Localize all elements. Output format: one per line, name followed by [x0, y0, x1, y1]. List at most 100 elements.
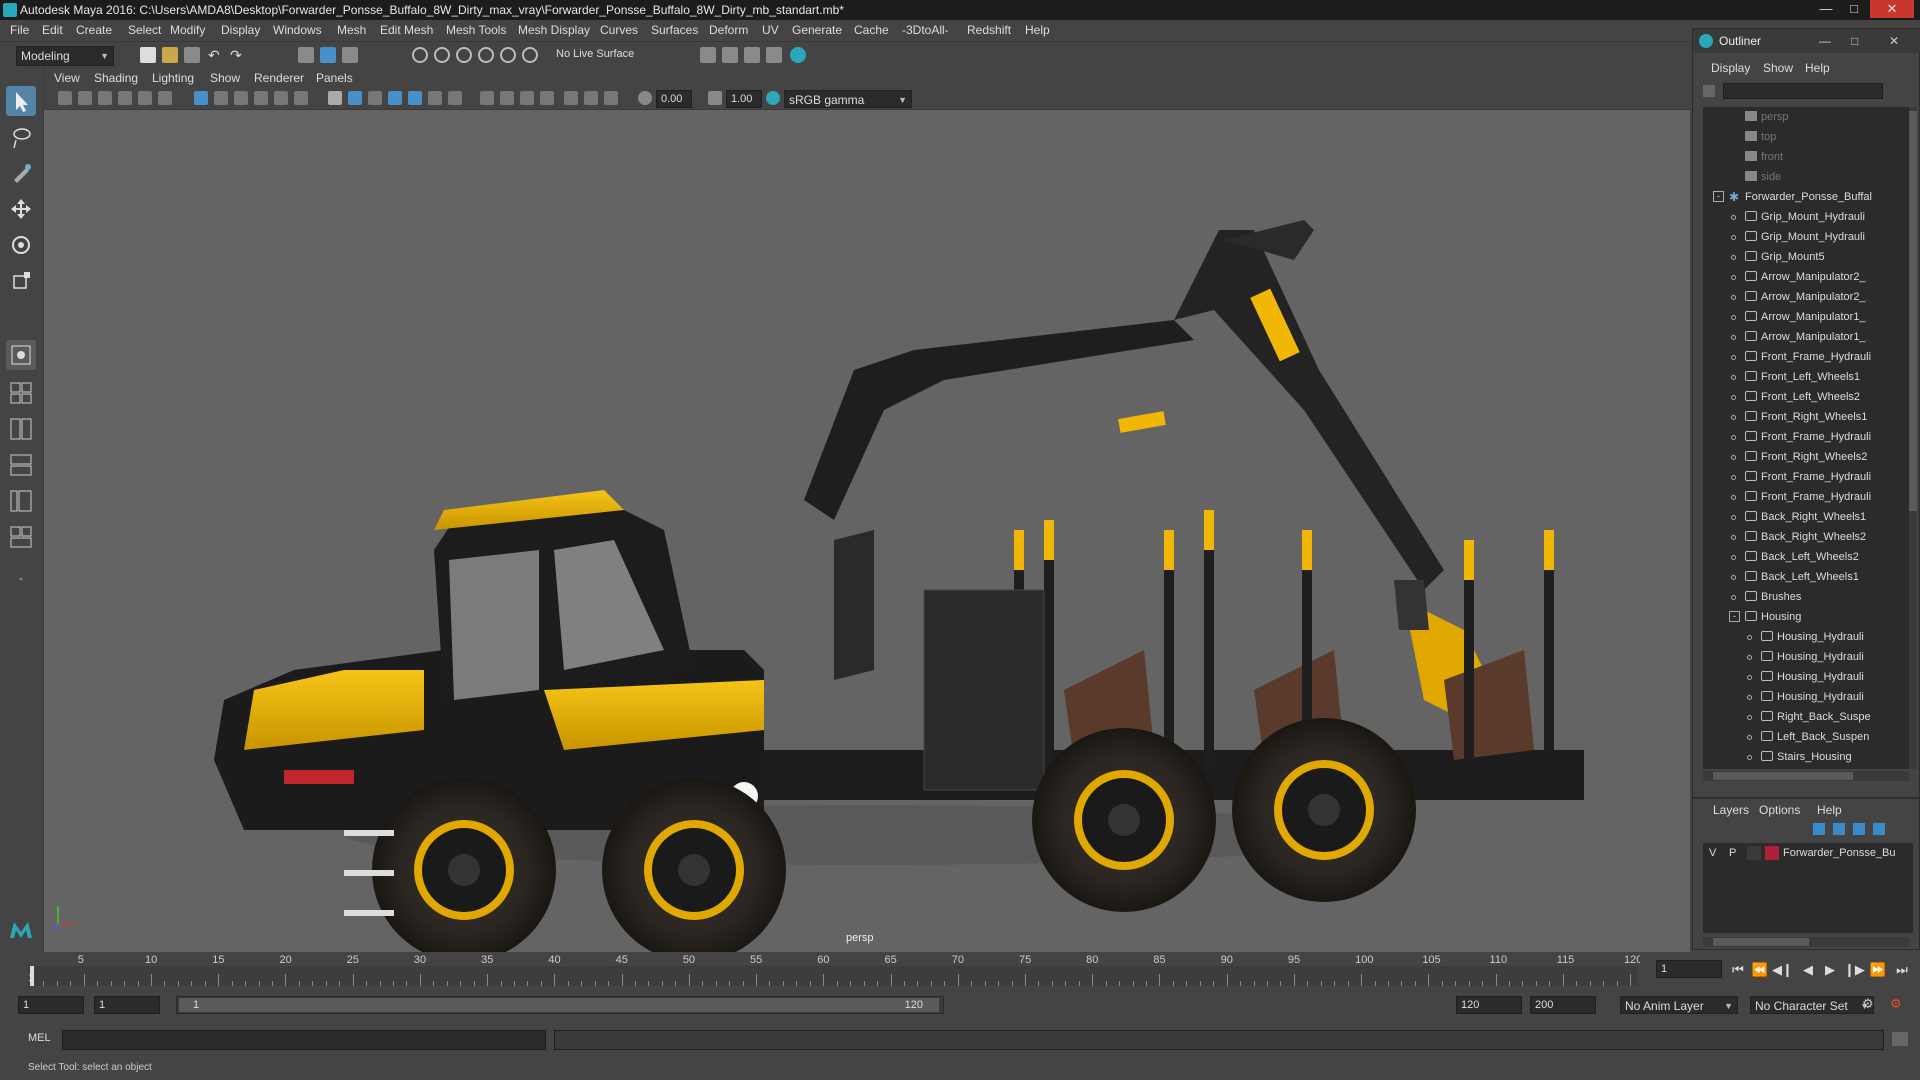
menu-cache[interactable]: Cache: [854, 23, 889, 37]
menu-3dtoall[interactable]: -3DtoAll-: [902, 23, 949, 37]
outliner-item[interactable]: Arrow_Manipulator2_: [1731, 267, 1866, 287]
outliner-item[interactable]: Front_Left_Wheels2: [1731, 387, 1860, 407]
outliner-item[interactable]: Front_Frame_Hydrauli: [1731, 347, 1871, 367]
layout-persp-outliner-button[interactable]: [6, 486, 36, 516]
snap-vertex-icon[interactable]: [522, 47, 538, 63]
menu-file[interactable]: File: [10, 23, 29, 37]
layers-menu-layers[interactable]: Layers: [1713, 803, 1749, 817]
new-scene-icon[interactable]: [140, 47, 156, 63]
outliner-item[interactable]: Front_Right_Wheels1: [1731, 407, 1867, 427]
step-forward-key-icon[interactable]: ⏩: [1868, 962, 1888, 978]
anim-layer-dropdown[interactable]: No Anim Layer ▼: [1620, 996, 1738, 1014]
outliner-item[interactable]: Front_Frame_Hydrauli: [1731, 467, 1871, 487]
outliner-tree[interactable]: persp top front side - ✱ Forwarder_Ponsse_Buff…: [1703, 107, 1911, 769]
layers-menu-options[interactable]: Options: [1759, 803, 1800, 817]
close-icon[interactable]: ✕: [1889, 29, 1899, 53]
playback-start-field[interactable]: 1: [94, 996, 160, 1014]
menu-display[interactable]: Display: [221, 23, 260, 37]
select-tool-button[interactable]: [6, 86, 36, 116]
menu-uv[interactable]: UV: [762, 23, 779, 37]
hypershade-icon[interactable]: [790, 47, 806, 63]
outliner-item[interactable]: Front_Left_Wheels1: [1731, 367, 1860, 387]
snap-grid-icon[interactable]: [412, 47, 428, 63]
outliner-item[interactable]: Front_Right_Wheels2: [1731, 447, 1867, 467]
layer-color-swatch[interactable]: [1765, 846, 1779, 860]
snap-view-plane-icon[interactable]: [478, 47, 494, 63]
snap-curve-icon[interactable]: [434, 47, 450, 63]
render-settings-icon[interactable]: [700, 47, 716, 63]
image-plane-icon[interactable]: [118, 91, 132, 105]
animation-start-field[interactable]: 1: [18, 996, 84, 1014]
layer-visibility-toggle[interactable]: V: [1709, 843, 1716, 863]
mode-dropdown[interactable]: Modeling ▼: [16, 46, 114, 66]
outliner-menu-display[interactable]: Display: [1711, 61, 1750, 75]
grid-toggle-icon[interactable]: [194, 91, 208, 105]
vp-menu-shading[interactable]: Shading: [94, 71, 138, 85]
time-slider-track[interactable]: [28, 966, 1638, 986]
layers-hscrollbar[interactable]: [1703, 937, 1909, 947]
step-forward-frame-icon[interactable]: ❙▶: [1844, 962, 1865, 978]
outliner-item[interactable]: Back_Left_Wheels1: [1731, 567, 1859, 587]
redo-icon[interactable]: ↷: [230, 47, 246, 63]
outliner-item[interactable]: Stairs_Housing: [1747, 747, 1852, 767]
outliner-item[interactable]: front: [1745, 147, 1783, 167]
layer-row[interactable]: V P Forwarder_Ponsse_Bu: [1703, 843, 1913, 863]
menu-redshift[interactable]: Redshift: [967, 23, 1011, 37]
layout-persp-graph-button[interactable]: [6, 450, 36, 480]
menu-curves[interactable]: Curves: [600, 23, 638, 37]
outliner-item[interactable]: Back_Right_Wheels2: [1731, 527, 1866, 547]
anti-aliasing-icon[interactable]: [500, 91, 514, 105]
outliner-item[interactable]: Housing_Hydrauli: [1747, 647, 1864, 667]
outliner-titlebar[interactable]: Outliner — □ ✕: [1693, 29, 1920, 53]
step-back-key-icon[interactable]: ⏪: [1750, 962, 1770, 978]
script-editor-icon[interactable]: [1892, 1032, 1908, 1046]
close-button[interactable]: ✕: [1870, 0, 1914, 18]
ipr-render-icon[interactable]: [744, 47, 760, 63]
vp-menu-view[interactable]: View: [54, 71, 80, 85]
wireframe-icon[interactable]: [328, 91, 342, 105]
paint-select-tool-button[interactable]: [6, 158, 36, 188]
render-view-icon[interactable]: [766, 47, 782, 63]
maximize-button[interactable]: □: [1840, 0, 1868, 18]
grease-pencil-icon[interactable]: [158, 91, 172, 105]
gamma-field[interactable]: 1.00: [726, 90, 762, 108]
move-tool-button[interactable]: [6, 194, 36, 224]
menu-edit-mesh[interactable]: Edit Mesh: [380, 23, 433, 37]
open-scene-icon[interactable]: [162, 47, 178, 63]
bookmark-icon[interactable]: [98, 91, 112, 105]
outliner-scrollbar[interactable]: [1909, 107, 1917, 769]
exposure-field[interactable]: 0.00: [656, 90, 692, 108]
play-backward-icon[interactable]: ◀: [1798, 962, 1818, 978]
camera-icon[interactable]: [58, 91, 72, 105]
gamma-icon[interactable]: [708, 91, 722, 105]
live-surface-label[interactable]: No Live Surface: [556, 48, 634, 60]
menu-deform[interactable]: Deform: [709, 23, 748, 37]
lasso-tool-button[interactable]: [6, 122, 36, 152]
camera-attributes-icon[interactable]: [78, 91, 92, 105]
outliner-item[interactable]: Brushes: [1731, 587, 1801, 607]
outliner-item[interactable]: persp: [1745, 107, 1789, 127]
layout-side-by-side-button[interactable]: [6, 414, 36, 444]
pan-zoom-icon[interactable]: [138, 91, 152, 105]
filter-icon[interactable]: [1703, 85, 1715, 97]
outliner-search-input[interactable]: [1723, 83, 1883, 99]
snap-point-icon[interactable]: [456, 47, 472, 63]
outliner-item[interactable]: Left_Back_Suspen: [1747, 727, 1869, 747]
range-slider-bar[interactable]: 1 120: [179, 998, 939, 1012]
outliner-item[interactable]: - ✱ Forwarder_Ponsse_Buffal: [1713, 187, 1872, 207]
select-object-icon[interactable]: [320, 47, 336, 63]
layer-name[interactable]: Forwarder_Ponsse_Bu: [1783, 843, 1896, 863]
step-back-frame-icon[interactable]: ◀❙: [1772, 962, 1793, 978]
field-chart-icon[interactable]: [274, 91, 288, 105]
outliner-item[interactable]: Front_Frame_Hydrauli: [1731, 427, 1871, 447]
safe-action-icon[interactable]: [294, 91, 308, 105]
new-layer-selected-icon[interactable]: [1873, 823, 1885, 835]
outliner-item[interactable]: Back_Right_Wheels1: [1731, 507, 1866, 527]
perspective-viewport[interactable]: persp: [44, 110, 1690, 952]
auto-key-icon[interactable]: ⚙: [1862, 996, 1874, 1012]
play-forward-icon[interactable]: ▶: [1820, 962, 1840, 978]
vp-menu-show[interactable]: Show: [210, 71, 240, 85]
collapse-toggle-icon[interactable]: -: [1729, 611, 1740, 622]
film-gate-icon[interactable]: [214, 91, 228, 105]
exposure-icon[interactable]: [638, 91, 652, 105]
